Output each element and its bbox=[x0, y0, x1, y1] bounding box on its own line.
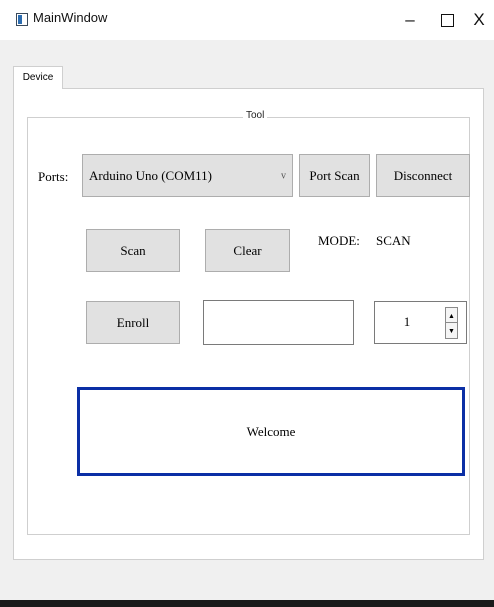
minimize-button[interactable]: – bbox=[395, 6, 425, 34]
enroll-id-input[interactable] bbox=[203, 300, 354, 345]
close-button[interactable]: X bbox=[464, 6, 494, 34]
mode-value: SCAN bbox=[376, 233, 411, 248]
title-bar[interactable]: MainWindow – X bbox=[0, 0, 494, 40]
minimize-icon: – bbox=[405, 10, 415, 29]
clear-button[interactable]: Clear bbox=[205, 229, 290, 272]
ports-combobox[interactable]: Arduino Uno (COM11) v bbox=[82, 154, 293, 197]
mode-label: MODE: bbox=[318, 233, 360, 248]
ports-selected-value: Arduino Uno (COM11) bbox=[89, 167, 213, 183]
status-display-text: Welcome bbox=[246, 423, 296, 439]
disconnect-button[interactable]: Disconnect bbox=[376, 154, 470, 197]
status-display: Welcome bbox=[77, 387, 465, 476]
port-scan-button[interactable]: Port Scan bbox=[299, 154, 370, 197]
number-spinbox[interactable]: 1 ▲ ▼ bbox=[374, 301, 467, 344]
tab-device[interactable]: Device bbox=[13, 66, 63, 89]
maximize-button[interactable] bbox=[432, 6, 462, 34]
spinbox-value: 1 bbox=[403, 314, 411, 329]
scan-button[interactable]: Scan bbox=[86, 229, 180, 272]
ports-label: Ports: bbox=[38, 169, 69, 184]
maximize-icon bbox=[440, 13, 454, 27]
app-window-icon bbox=[16, 13, 28, 26]
close-icon: X bbox=[473, 10, 485, 29]
enroll-button[interactable]: Enroll bbox=[86, 301, 180, 344]
groupbox-title: Tool bbox=[243, 110, 268, 121]
window-title: MainWindow bbox=[33, 10, 108, 25]
window-bottom-edge bbox=[0, 600, 494, 607]
spin-down-arrow-icon[interactable]: ▼ bbox=[445, 322, 458, 339]
chevron-down-icon: v bbox=[281, 170, 286, 181]
